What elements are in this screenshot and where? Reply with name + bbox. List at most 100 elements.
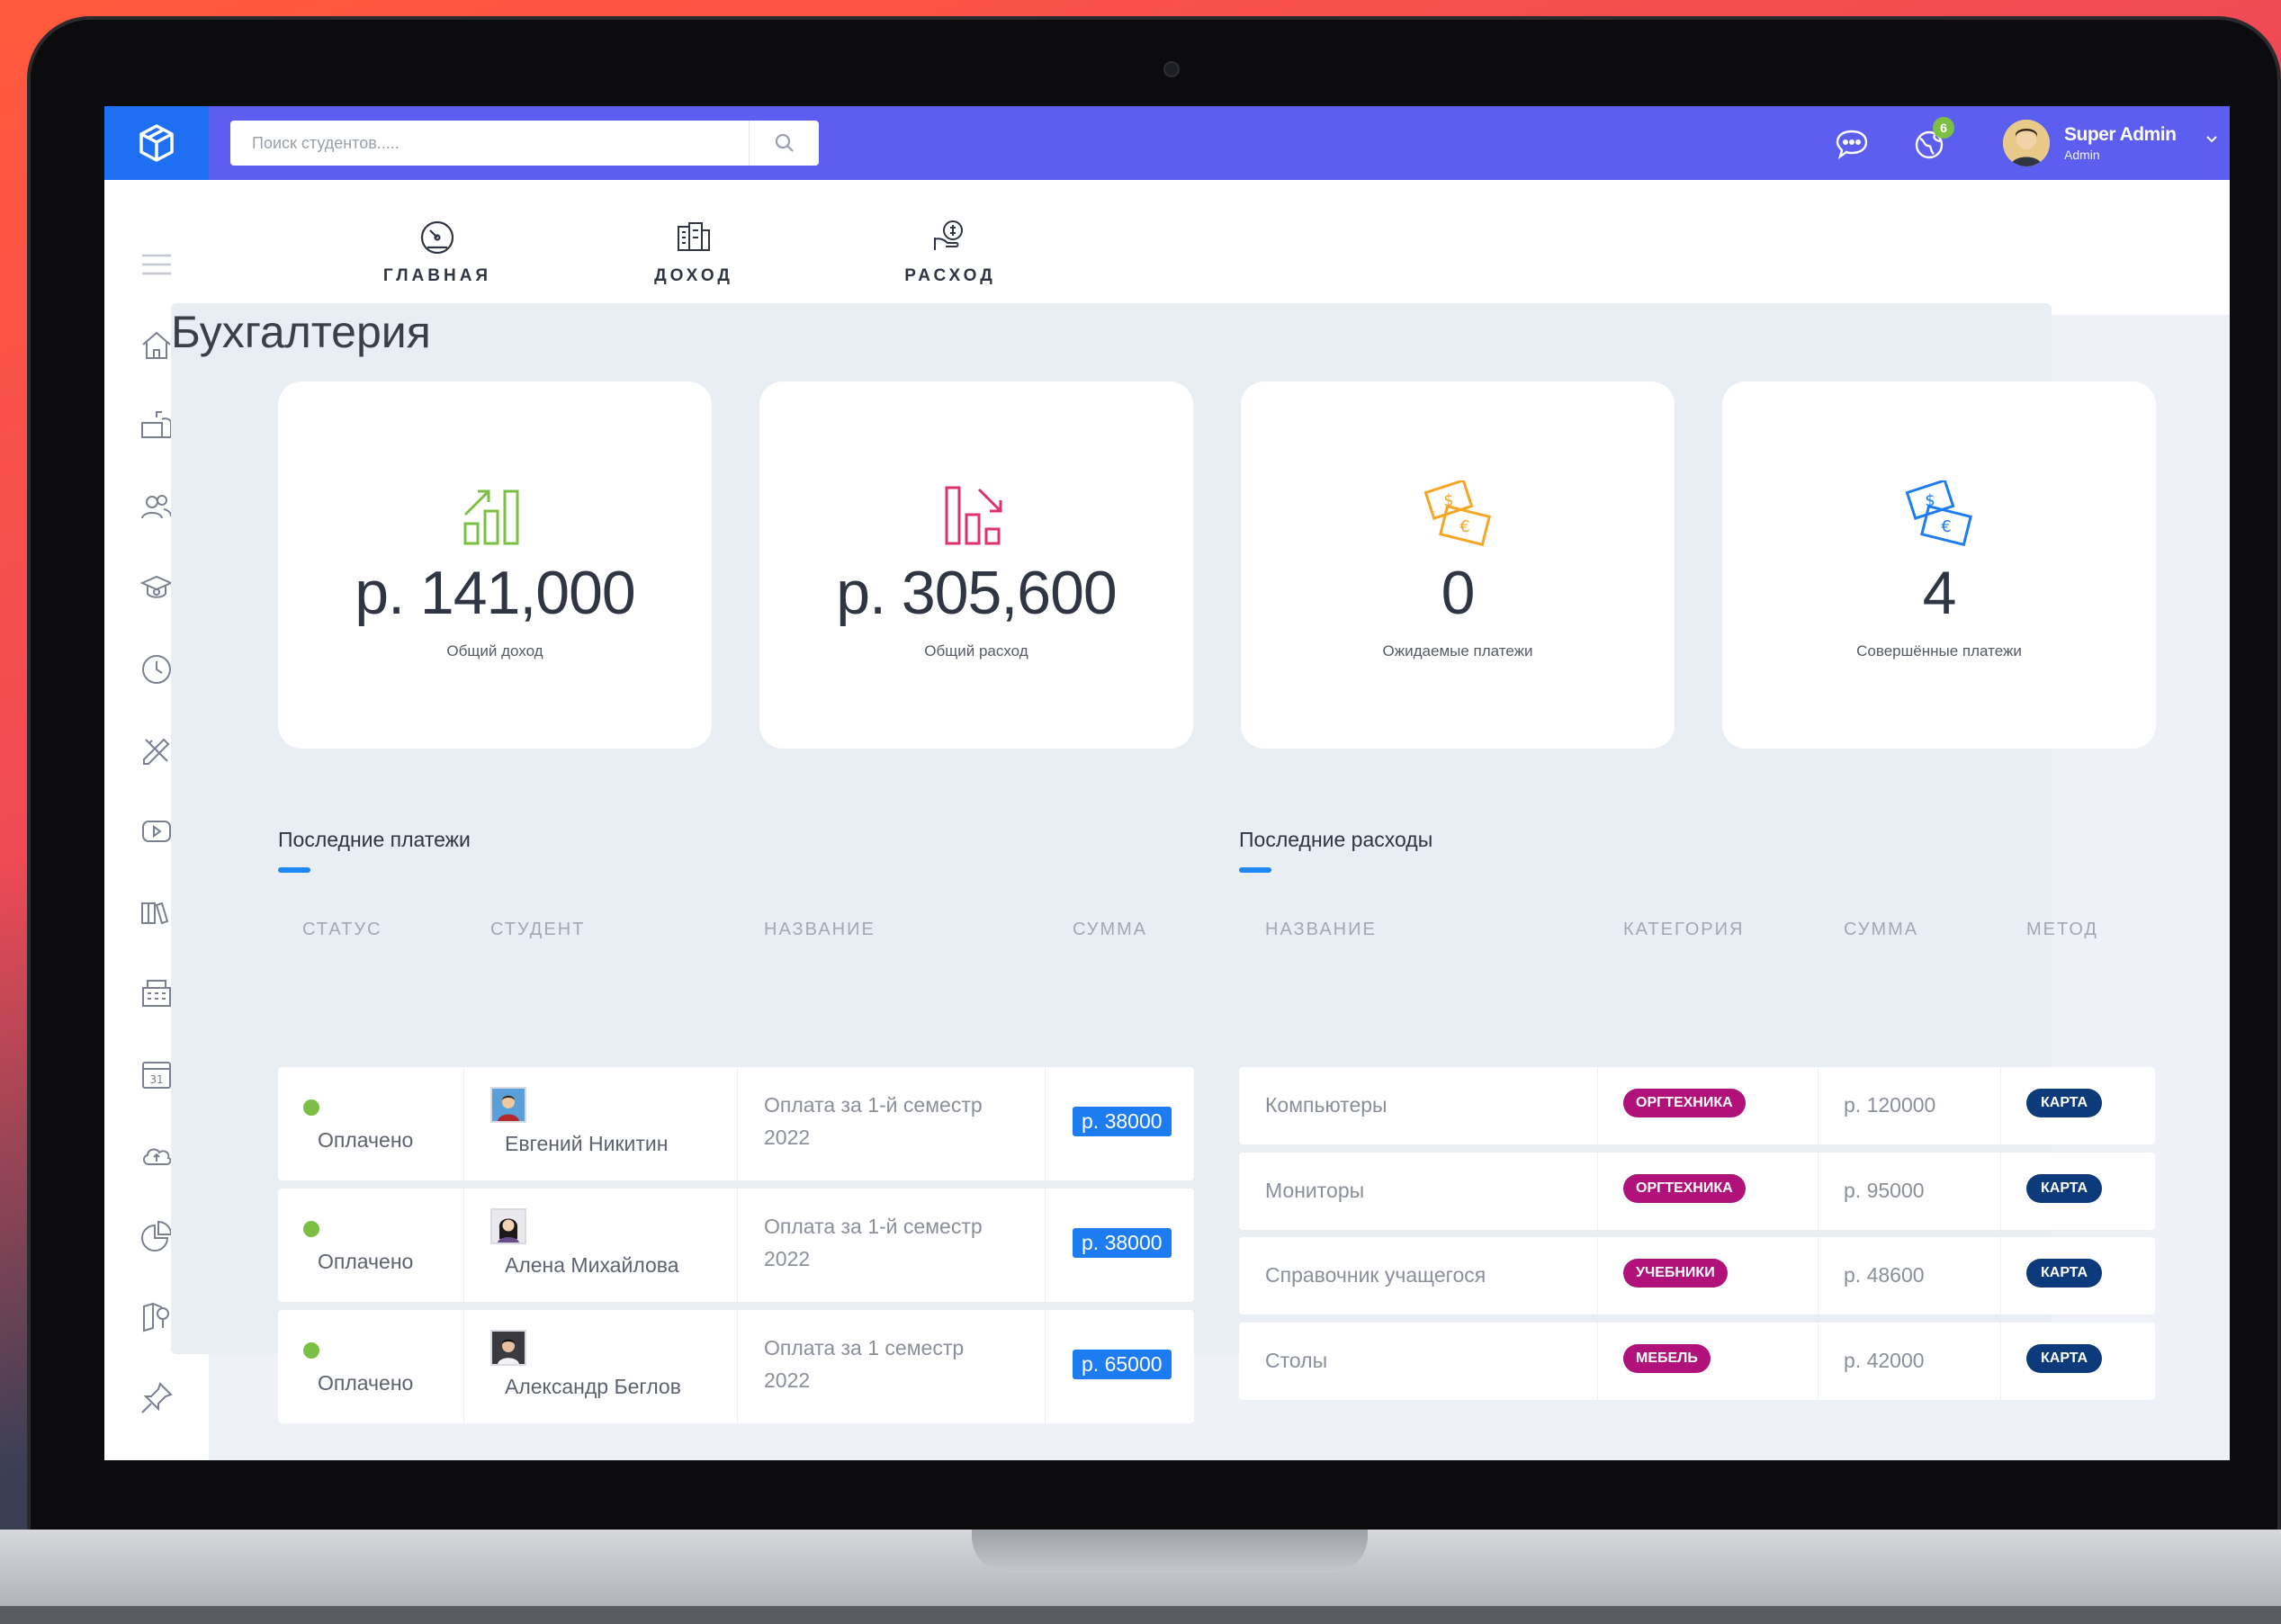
student-name[interactable]: Александр Беглов bbox=[505, 1375, 681, 1399]
sidebar-menu-toggle[interactable] bbox=[135, 243, 178, 286]
payments-header-status: СТАТУС bbox=[302, 920, 382, 939]
payments-header-amount: СУММА bbox=[1073, 920, 1148, 939]
search-icon bbox=[775, 133, 794, 152]
tab-label: ДОХОД bbox=[654, 266, 733, 285]
student-avatar bbox=[490, 1330, 526, 1366]
cell-separator bbox=[1045, 1310, 1046, 1423]
tab-main[interactable]: ГЛАВНАЯ bbox=[356, 180, 518, 315]
buildings-icon bbox=[142, 980, 171, 1007]
svg-text:€: € bbox=[1941, 517, 1951, 536]
camera bbox=[1163, 61, 1180, 77]
menu-icon bbox=[142, 254, 171, 275]
search-input[interactable] bbox=[230, 121, 749, 166]
user-avatar bbox=[2003, 120, 2050, 166]
table-row[interactable]: Оплачено Александр Беглов Оплата за 1 се… bbox=[278, 1310, 1194, 1423]
video-icon bbox=[142, 821, 171, 842]
svg-text:€: € bbox=[1459, 517, 1469, 536]
expense-amount: р. 48600 bbox=[1844, 1263, 1925, 1287]
table-row[interactable]: Мониторы ОРГТЕХНИКА р. 95000 КАРТА bbox=[1239, 1153, 2155, 1230]
student-avatar-icon bbox=[492, 1089, 525, 1121]
stat-value: 0 bbox=[1441, 559, 1476, 627]
payment-status: Оплачено bbox=[318, 1128, 414, 1152]
payment-name-line2: 2022 bbox=[764, 1368, 811, 1392]
chat-button[interactable] bbox=[1832, 124, 1872, 164]
payment-name-line2: 2022 bbox=[764, 1247, 811, 1270]
cell-separator bbox=[1045, 1067, 1046, 1180]
chat-bubble-icon bbox=[1836, 130, 1868, 159]
cell-separator bbox=[737, 1310, 738, 1423]
table-row[interactable]: Столы МЕБЕЛЬ р. 42000 КАРТА bbox=[1239, 1323, 2155, 1400]
tab-income[interactable]: ДОХОД bbox=[613, 180, 775, 315]
stat-label: Ожидаемые платежи bbox=[1382, 642, 1533, 659]
stat-icon-wrap: $ € bbox=[1903, 480, 1975, 551]
status-dot bbox=[303, 1221, 319, 1237]
stat-label: Совершённые платежи bbox=[1856, 642, 2022, 659]
expenses-title: Последние расходы bbox=[1239, 828, 1433, 851]
table-row[interactable]: Справочник учащегося УЧЕБНИКИ р. 48600 К… bbox=[1239, 1237, 2155, 1314]
cell-separator bbox=[1818, 1153, 1819, 1230]
stat-card-pending: $ € 0 Ожидаемые платежи bbox=[1241, 381, 1675, 749]
table-row[interactable]: Оплачено Евгений Никитин Оплата за 1-й с… bbox=[278, 1067, 1194, 1180]
map-icon bbox=[143, 1302, 169, 1332]
cell-separator bbox=[2000, 1153, 2001, 1230]
laptop-notch bbox=[972, 1530, 1368, 1573]
payments-accent bbox=[278, 867, 310, 873]
notification-badge: 6 bbox=[1933, 117, 1954, 139]
stat-card-completed: $ € 4 Совершённые платежи bbox=[1722, 381, 2156, 749]
cell-separator bbox=[737, 1189, 738, 1302]
pin-icon bbox=[141, 1382, 173, 1413]
student-avatar-icon bbox=[492, 1210, 525, 1243]
logo[interactable] bbox=[104, 106, 209, 180]
tab-label: РАСХОД bbox=[904, 266, 996, 285]
pie-chart-icon bbox=[141, 1220, 173, 1252]
payment-name-line1: Оплата за 1 семестр bbox=[764, 1336, 965, 1359]
cloud-icon bbox=[143, 1148, 172, 1165]
expense-category-badge: МЕБЕЛЬ bbox=[1623, 1344, 1711, 1373]
expense-method-badge: КАРТА bbox=[2026, 1089, 2103, 1117]
payment-amount-badge: р. 65000 bbox=[1073, 1350, 1172, 1379]
cell-separator bbox=[463, 1189, 464, 1302]
banknotes-icon: $€ bbox=[1423, 480, 1491, 547]
mailbox-icon bbox=[141, 411, 172, 438]
stat-icon-wrap: $ € bbox=[1422, 480, 1494, 551]
table-row[interactable]: Оплачено Алена Михайлова Оплата за 1-й с… bbox=[278, 1189, 1194, 1302]
stat-label: Общий доход bbox=[446, 642, 543, 659]
pencil-ruler-icon bbox=[143, 738, 170, 765]
status-dot bbox=[303, 1342, 319, 1359]
users-icon bbox=[141, 495, 172, 519]
cell-separator bbox=[737, 1067, 738, 1180]
expense-category-badge: УЧЕБНИКИ bbox=[1623, 1259, 1728, 1288]
table-row[interactable]: Компьютеры ОРГТЕХНИКА р. 120000 КАРТА bbox=[1239, 1067, 2155, 1144]
chart-down-icon bbox=[945, 486, 1002, 545]
sidebar-item-pin[interactable] bbox=[135, 1377, 178, 1420]
cell-separator bbox=[1045, 1189, 1046, 1302]
search-button[interactable] bbox=[749, 121, 819, 166]
payment-status: Оплачено bbox=[318, 1250, 414, 1273]
expenses-header-method: МЕТОД bbox=[2026, 920, 2098, 939]
laptop-bottom bbox=[0, 1606, 2281, 1624]
topbar: 6 Super Admin Admin bbox=[104, 106, 2230, 180]
graduation-cap-icon bbox=[139, 575, 174, 598]
tab-expense[interactable]: РАСХОД bbox=[869, 180, 1031, 315]
expense-amount: р. 95000 bbox=[1844, 1179, 1925, 1202]
expense-method-badge: КАРТА bbox=[2026, 1344, 2103, 1373]
user-name: Super Admin bbox=[2064, 124, 2177, 145]
cell-separator bbox=[1818, 1237, 1819, 1314]
student-name[interactable]: Алена Михайлова bbox=[505, 1253, 679, 1278]
status-dot bbox=[303, 1099, 319, 1116]
svg-text:$: $ bbox=[1925, 491, 1935, 510]
svg-text:$: $ bbox=[1443, 491, 1453, 510]
calendar-icon: 31 bbox=[142, 1062, 171, 1089]
cell-separator bbox=[1597, 1237, 1598, 1314]
cell-separator bbox=[463, 1067, 464, 1180]
user-menu[interactable]: Super Admin Admin bbox=[2003, 117, 2219, 169]
chart-up-icon bbox=[463, 489, 519, 545]
notifications-button[interactable]: 6 bbox=[1909, 117, 1954, 164]
speedometer-icon bbox=[420, 220, 454, 254]
stat-card-income: р. 141,000 Общий доход bbox=[278, 381, 712, 749]
svg-text:31: 31 bbox=[149, 1073, 163, 1086]
expenses-header-amount: СУММА bbox=[1844, 920, 1919, 939]
chevron-down-icon bbox=[2206, 136, 2217, 143]
student-name[interactable]: Евгений Никитин bbox=[505, 1132, 668, 1156]
money-stack-icon bbox=[678, 222, 710, 251]
